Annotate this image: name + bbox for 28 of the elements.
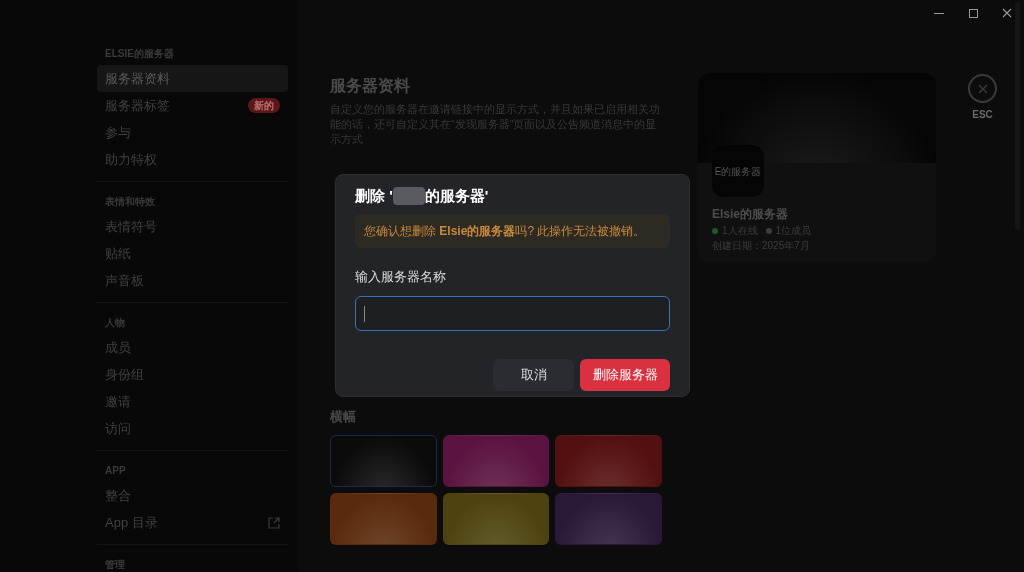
banner-swatch[interactable] (442, 492, 550, 545)
page-title: 服务器资料 (330, 76, 411, 96)
close-icon (977, 83, 988, 94)
delete-server-button[interactable]: 删除服务器 (580, 359, 670, 392)
maximize-icon (968, 8, 978, 18)
minimize-icon (934, 12, 944, 14)
banner-swatch[interactable] (330, 492, 437, 545)
new-badge: 新的 (248, 98, 280, 113)
dialog-title: 的服务器' (424, 186, 489, 206)
close-icon (1002, 8, 1012, 18)
field-label: 输入服务器名称 (355, 268, 447, 286)
banner-label: 横幅 (330, 408, 357, 426)
banner-swatch[interactable] (442, 434, 550, 487)
warning-notice: 您确认想删除 Elsie的服务器吗? 此操作无法被撤销。 (355, 213, 670, 248)
sidebar-item[interactable]: 参与 (97, 119, 288, 146)
server-icon: E的服务器 (712, 145, 764, 197)
sidebar-item[interactable]: 服务器资料 (97, 65, 288, 92)
text-cursor (364, 305, 365, 322)
banner-swatch[interactable] (555, 492, 662, 545)
redacted-block (392, 187, 425, 206)
esc-label: ESC (972, 108, 993, 122)
server-name: Elsie的服务器 (712, 206, 790, 223)
dialog-title: 删除 ' (355, 186, 393, 206)
banner-swatch[interactable] (330, 434, 437, 487)
close-button[interactable] (968, 74, 997, 103)
cancel-button[interactable]: 取消 (493, 359, 574, 392)
banner-swatch[interactable] (555, 434, 662, 487)
server-name-input[interactable] (355, 296, 670, 332)
